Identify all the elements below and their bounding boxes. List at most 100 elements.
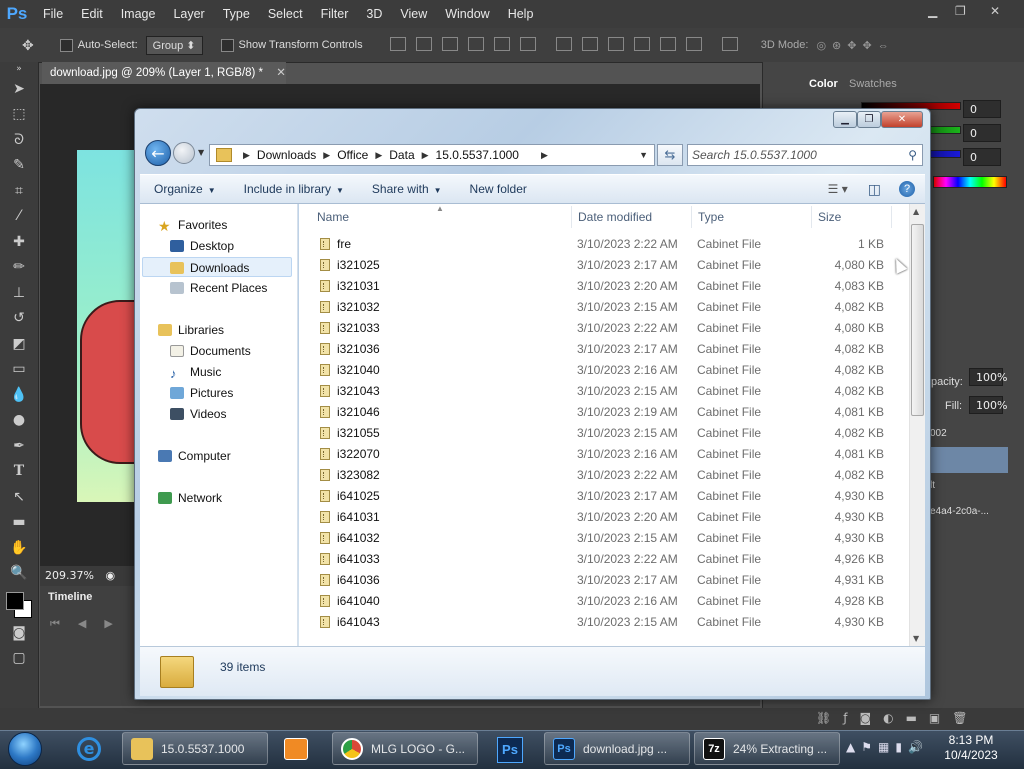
layer-row[interactable]: e4a4-2c0a-... bbox=[930, 499, 1008, 525]
breadcrumb-arrow-icon[interactable]: ▶ bbox=[375, 150, 382, 161]
forward-button[interactable] bbox=[173, 142, 195, 164]
distribute-left-icon[interactable] bbox=[633, 36, 650, 51]
brush-tool-icon[interactable]: ✏ bbox=[0, 255, 38, 281]
file-row[interactable]: i321055 3/10/2023 2:15 AM Cabinet File 4,08… bbox=[299, 423, 909, 444]
menu-image[interactable]: Image bbox=[112, 7, 165, 21]
nav-favorites[interactable]: ★ Favorites bbox=[158, 215, 227, 235]
file-row[interactable]: i641040 3/10/2023 2:16 AM Cabinet File 4,92… bbox=[299, 591, 909, 612]
menu-type[interactable]: Type bbox=[214, 7, 259, 21]
document-tab[interactable]: download.jpg @ 209% (Layer 1, RGB/8) * ✕ bbox=[42, 62, 286, 84]
menu-file[interactable]: File bbox=[34, 7, 72, 21]
file-row[interactable]: i641036 3/10/2023 2:17 AM Cabinet File 4,93… bbox=[299, 570, 909, 591]
blur-tool-icon[interactable]: 💧 bbox=[0, 382, 38, 408]
nav-desktop[interactable]: Desktop bbox=[170, 236, 234, 256]
refresh-button[interactable]: ⇆ bbox=[657, 144, 683, 166]
vertical-scrollbar[interactable]: ▲ ▼ bbox=[909, 204, 925, 646]
layer-row[interactable]: lt bbox=[930, 473, 1008, 499]
search-icon[interactable]: ⚲ bbox=[908, 145, 917, 165]
distribute-bottom-icon[interactable] bbox=[607, 36, 624, 51]
3d-mode-icons[interactable]: ◎⊛✥✥⇔ bbox=[816, 39, 894, 52]
column-header-date[interactable]: Date modified bbox=[578, 210, 652, 224]
clock[interactable]: 8:13 PM 10/4/2023 bbox=[936, 733, 1006, 765]
breadcrumb-arrow-icon[interactable]: ▶ bbox=[323, 150, 330, 161]
crop-tool-icon[interactable]: ⌗ bbox=[0, 178, 38, 204]
healing-brush-tool-icon[interactable]: ✚ bbox=[0, 229, 38, 255]
breadcrumb-arrow-icon[interactable]: ▶ bbox=[243, 150, 250, 161]
nav-libraries[interactable]: Libraries bbox=[158, 320, 224, 340]
action-center-icon[interactable]: ⚑ bbox=[861, 740, 872, 758]
taskbar-chrome[interactable]: MLG LOGO - G... bbox=[332, 732, 478, 765]
column-divider[interactable] bbox=[811, 206, 812, 228]
file-row[interactable]: i641025 3/10/2023 2:17 AM Cabinet File 4,93… bbox=[299, 486, 909, 507]
back-button[interactable]: ← bbox=[145, 140, 171, 166]
breadcrumb-arrow-icon[interactable]: ▶ bbox=[422, 150, 429, 161]
align-center-icon[interactable] bbox=[493, 36, 510, 51]
file-row[interactable]: i321033 3/10/2023 2:22 AM Cabinet File 4,08… bbox=[299, 318, 909, 339]
path-select-tool-icon[interactable]: ↖ bbox=[0, 484, 38, 510]
move-tool-icon[interactable]: ➤ bbox=[0, 76, 38, 102]
layer-row[interactable]: 002 bbox=[930, 421, 1008, 447]
align-bottom-icon[interactable] bbox=[441, 36, 458, 51]
menu-filter[interactable]: Filter bbox=[312, 7, 358, 21]
column-header-size[interactable]: Size bbox=[818, 210, 841, 224]
photoshop-pinned-icon[interactable]: Ps bbox=[484, 733, 534, 765]
volume-icon[interactable]: 🔊 bbox=[908, 740, 923, 758]
eraser-tool-icon[interactable]: ◩ bbox=[0, 331, 38, 357]
quick-select-tool-icon[interactable]: ✎ bbox=[0, 153, 38, 179]
timeline-tab[interactable]: Timeline bbox=[48, 591, 92, 603]
distribute-middle-icon[interactable] bbox=[581, 36, 598, 51]
screen-mode-icon[interactable]: ▢ bbox=[0, 646, 38, 672]
swatches-tab[interactable]: Swatches bbox=[849, 78, 897, 90]
menu-help[interactable]: Help bbox=[499, 7, 543, 21]
power-icon[interactable]: ▮ bbox=[895, 740, 902, 758]
close-document-icon[interactable]: ✕ bbox=[276, 67, 286, 79]
scroll-down-icon[interactable]: ▼ bbox=[913, 634, 919, 643]
menu-edit[interactable]: Edit bbox=[72, 7, 112, 21]
address-bar[interactable]: ▶ Downloads ▶ Office ▶ Data ▶ 15.0.5537.… bbox=[209, 144, 655, 166]
distribute-top-icon[interactable] bbox=[555, 36, 572, 51]
ps-close-icon[interactable]: ✕ bbox=[990, 4, 1000, 18]
align-middle-icon[interactable] bbox=[415, 36, 432, 51]
start-button[interactable] bbox=[8, 732, 42, 766]
file-row[interactable]: i641033 3/10/2023 2:22 AM Cabinet File 4,92… bbox=[299, 549, 909, 570]
file-row[interactable]: i321031 3/10/2023 2:20 AM Cabinet File 4,08… bbox=[299, 276, 909, 297]
menu-view[interactable]: View bbox=[391, 7, 436, 21]
column-divider[interactable] bbox=[891, 206, 892, 228]
file-row[interactable]: i641031 3/10/2023 2:20 AM Cabinet File 4,93… bbox=[299, 507, 909, 528]
lasso-tool-icon[interactable]: ᘐ bbox=[0, 127, 38, 153]
file-row[interactable]: fre 3/10/2023 2:22 AM Cabinet File 1 KB bbox=[299, 234, 909, 255]
menu-3d[interactable]: 3D bbox=[357, 7, 391, 21]
align-top-icon[interactable] bbox=[389, 36, 406, 51]
column-header-type[interactable]: Type bbox=[698, 210, 724, 224]
column-header-name[interactable]: Name bbox=[317, 210, 349, 224]
nav-documents[interactable]: Documents bbox=[170, 341, 251, 361]
scroll-up-icon[interactable]: ▲ bbox=[913, 207, 919, 216]
new-folder-button[interactable]: New folder bbox=[456, 182, 541, 196]
menu-layer[interactable]: Layer bbox=[164, 7, 213, 21]
file-row[interactable]: i321043 3/10/2023 2:15 AM Cabinet File 4,08… bbox=[299, 381, 909, 402]
nav-downloads[interactable]: Downloads bbox=[142, 257, 292, 277]
nav-computer[interactable]: Computer bbox=[158, 446, 231, 466]
show-hidden-icons[interactable]: ▲ bbox=[846, 740, 855, 758]
opacity-value[interactable]: 100% bbox=[969, 368, 1007, 386]
quick-mask-icon[interactable]: ◙ bbox=[0, 620, 38, 646]
marquee-tool-icon[interactable]: ⬚ bbox=[0, 102, 38, 128]
file-row[interactable]: i321025 3/10/2023 2:17 AM Cabinet File 4,08… bbox=[299, 255, 909, 276]
history-brush-tool-icon[interactable]: ↺ bbox=[0, 306, 38, 332]
breadcrumb-office[interactable]: Office bbox=[337, 148, 368, 162]
zoom-level[interactable]: 209.37% bbox=[45, 569, 94, 582]
help-icon[interactable]: ? bbox=[899, 181, 915, 197]
media-player-icon[interactable] bbox=[272, 733, 322, 765]
red-value[interactable]: 0 bbox=[963, 100, 1001, 118]
column-divider[interactable] bbox=[691, 206, 692, 228]
color-tab[interactable]: Color bbox=[809, 78, 838, 90]
file-row[interactable]: i321046 3/10/2023 2:19 AM Cabinet File 4,08… bbox=[299, 402, 909, 423]
blue-value[interactable]: 0 bbox=[963, 148, 1001, 166]
taskbar-photoshop[interactable]: Ps download.jpg ... bbox=[544, 732, 690, 765]
breadcrumb-version[interactable]: 15.0.5537.1000 bbox=[436, 148, 519, 162]
search-input[interactable]: Search 15.0.5537.1000 ⚲ bbox=[687, 144, 923, 166]
file-row[interactable]: i323082 3/10/2023 2:22 AM Cabinet File 4,08… bbox=[299, 465, 909, 486]
internet-explorer-icon[interactable]: e bbox=[64, 733, 114, 765]
close-button[interactable]: ✕ bbox=[881, 111, 923, 128]
column-divider[interactable] bbox=[571, 206, 572, 228]
